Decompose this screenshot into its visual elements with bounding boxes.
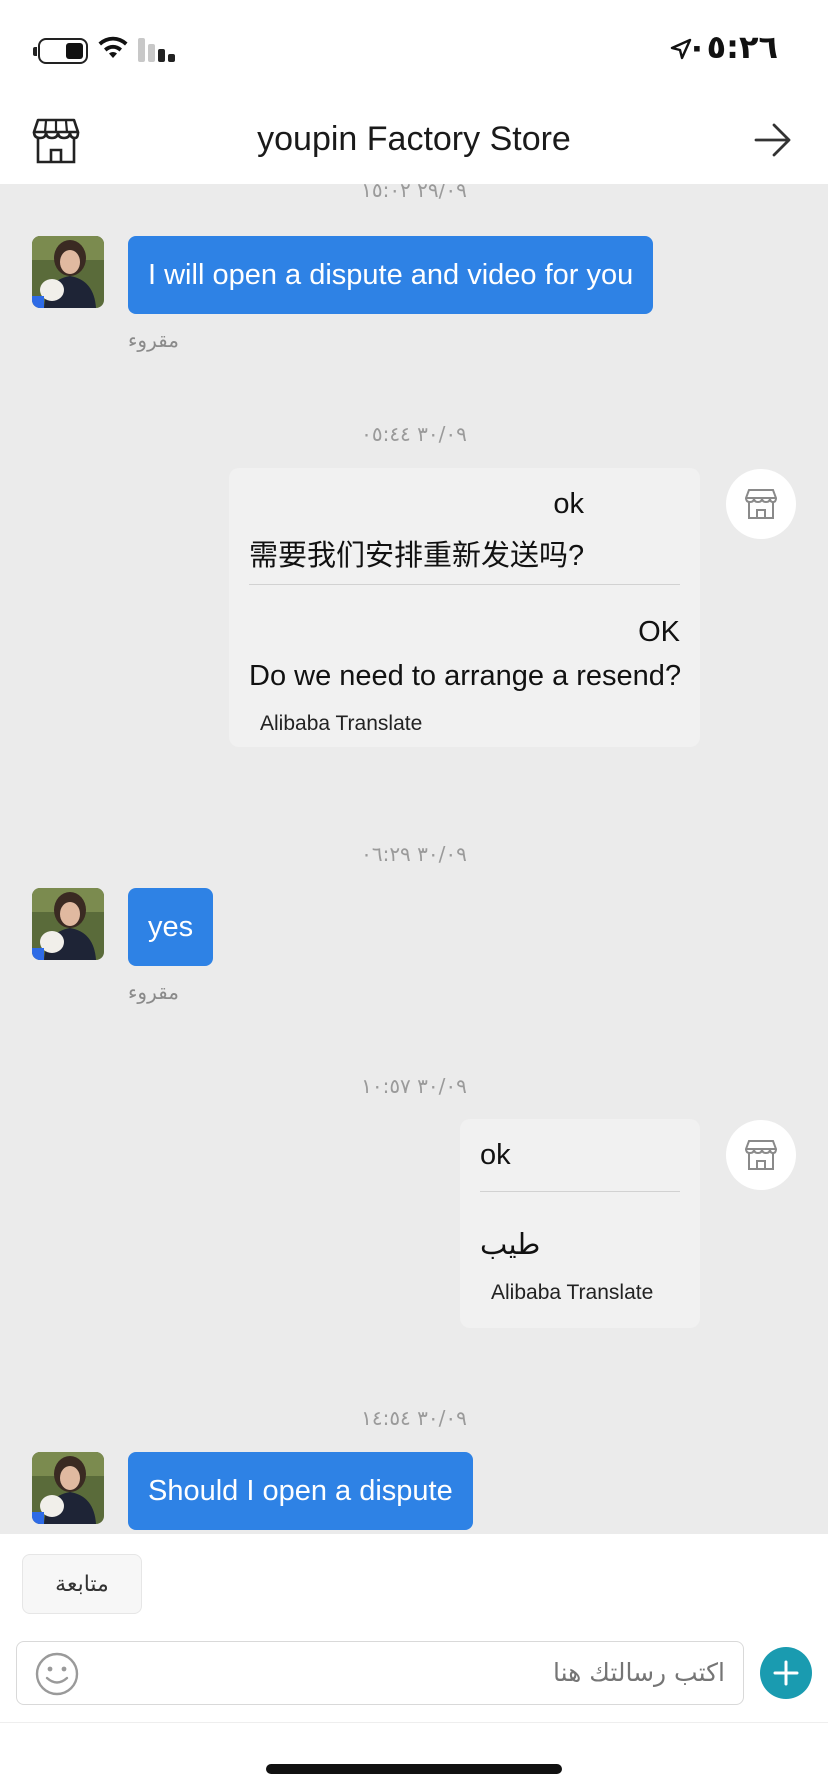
emoji-icon[interactable] [35, 1652, 79, 1696]
forward-arrow-icon[interactable] [754, 122, 792, 158]
quick-reply-button[interactable]: متابعة [22, 1554, 142, 1614]
message-original-text: ok [553, 488, 584, 520]
message-translated-text: Do we need to arrange a resend? [249, 660, 682, 692]
message-timestamp: ٣٠/٠٩ ١٠:٥٧ [361, 1074, 467, 1098]
add-attachment-button[interactable] [760, 1647, 812, 1699]
battery-icon [33, 38, 88, 64]
message-bubble[interactable]: I will open a dispute and video for you [128, 236, 654, 314]
shop-avatar[interactable] [726, 469, 796, 539]
divider [480, 1191, 680, 1192]
message-timestamp: ٢٩/٠٩ ١٥:٠٢ [361, 184, 467, 202]
avatar[interactable] [32, 888, 104, 960]
page-title: youpin Factory Store [257, 120, 571, 158]
translated-message-bubble[interactable]: ok طيب Alibaba Translate [460, 1119, 700, 1328]
divider [0, 1722, 828, 1723]
avatar[interactable] [32, 236, 104, 308]
translated-message-bubble[interactable]: ok 需要我们安排重新发送吗? OK Do we need to arrange… [229, 468, 700, 747]
status-bar: ٠٥:٢٦ [0, 0, 828, 100]
message-original-text: 需要我们安排重新发送吗? [249, 540, 585, 572]
message-bubble[interactable]: yes [128, 888, 214, 966]
message-input[interactable] [165, 1642, 725, 1704]
message-bubble[interactable]: Should I open a dispute [128, 1452, 473, 1530]
plus-icon [773, 1660, 799, 1686]
home-indicator[interactable] [266, 1764, 562, 1774]
chat-header: youpin Factory Store [0, 100, 828, 184]
wifi-icon [98, 36, 128, 58]
translation-credit: Alibaba Translate [260, 712, 423, 735]
status-time: ٠٥:٢٦ [687, 28, 778, 66]
message-translated-text: OK [638, 616, 680, 648]
translation-credit: Alibaba Translate [491, 1281, 654, 1304]
chat-message-list[interactable]: ٢٩/٠٩ ١٥:٠٢ I will open a dispute and vi… [0, 184, 828, 1534]
message-timestamp: ٣٠/٠٩ ١٤:٥٤ [361, 1406, 467, 1430]
signal-icon [138, 38, 178, 62]
message-original-text: ok [480, 1139, 511, 1171]
read-status: مقروء [128, 328, 179, 352]
store-icon [745, 489, 777, 519]
read-status: مقروء [128, 980, 179, 1004]
divider [249, 584, 680, 585]
store-icon [745, 1140, 777, 1170]
message-translated-text: طيب [480, 1229, 541, 1261]
avatar[interactable] [32, 1452, 104, 1524]
shop-avatar[interactable] [726, 1120, 796, 1190]
message-composer [16, 1641, 744, 1705]
message-timestamp: ٣٠/٠٩ ٠٦:٢٩ [361, 842, 467, 866]
message-timestamp: ٣٠/٠٩ ٠٥:٤٤ [361, 422, 467, 446]
